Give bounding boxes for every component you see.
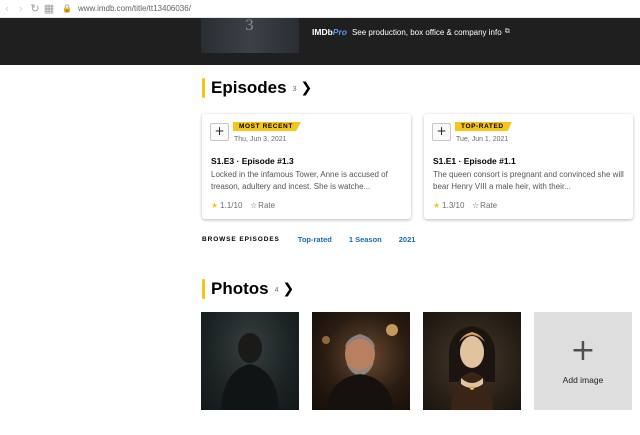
episode-title[interactable]: S1.E1 · Episode #1.1 (433, 156, 516, 166)
episode-card[interactable]: + TOP-RATED Tue, Jun 1, 2021 S1.E1 · Epi… (424, 114, 633, 219)
imdbpro-link[interactable]: IMDbPro See production, box office & com… (312, 27, 510, 37)
rate-button[interactable]: ☆ Rate (472, 201, 497, 210)
rate-button[interactable]: ☆ Rate (250, 201, 275, 210)
browse-episodes-row: BROWSE EPISODES Top-rated 1 Season 2021 (202, 235, 432, 244)
episode-rating: ★ 1.1/10 (211, 201, 242, 210)
browse-link-top-rated[interactable]: Top-rated (298, 235, 332, 244)
external-link-icon: ⧉ (504, 28, 510, 35)
episode-date: Tue, Jun 1, 2021 (456, 136, 509, 143)
lock-icon: 🔒 (62, 4, 72, 13)
episodes-heading[interactable]: Episodes 3 ❯ (202, 78, 312, 98)
rate-label: Rate (258, 201, 276, 210)
star-outline-icon: ☆ (250, 201, 258, 210)
imdbpro-text: See production, box office & company inf… (351, 27, 502, 37)
rating-value: 1.1 (220, 201, 232, 210)
episode-card[interactable]: + MOST RECENT Thu, Jun 3, 2021 S1.E3 · E… (202, 114, 411, 219)
rating-max: /10 (231, 201, 243, 210)
photo-figure (322, 324, 398, 410)
photos-heading[interactable]: Photos 4 ❯ (202, 279, 294, 299)
browse-link-year[interactable]: 2021 (399, 235, 416, 244)
episode-rating: ★ 1.3/10 (433, 201, 464, 210)
episode-title[interactable]: S1.E3 · Episode #1.3 (211, 156, 294, 166)
plus-icon: + (570, 333, 596, 368)
photo-thumbnail[interactable] (201, 312, 299, 410)
episode-description: Locked in the infamous Tower, Anne is ac… (211, 170, 388, 191)
top-rated-badge: TOP-RATED (455, 122, 512, 131)
photo-figure (448, 326, 496, 410)
rating-value: 1.3 (442, 201, 454, 210)
imdbpro-logo: IMDbPro (312, 27, 347, 37)
browser-toolbar: ‹ › ↻ ▦ 🔒 www.imdb.com/title/tt13406036/ (0, 0, 640, 18)
poster-glyph: 3 (245, 18, 254, 34)
forward-arrow-icon[interactable]: › (14, 2, 28, 16)
add-image-tile[interactable]: + Add image (534, 312, 632, 410)
episodes-count: 3 (292, 85, 297, 93)
apps-grid-icon[interactable]: ▦ (42, 2, 56, 16)
photo-figure (201, 312, 299, 410)
star-icon: ★ (433, 201, 441, 210)
episodes-title: Episodes (211, 78, 287, 97)
chevron-right-icon: ❯ (300, 80, 313, 96)
chevron-right-icon: ❯ (282, 281, 295, 297)
star-icon: ★ (211, 201, 219, 210)
poster-image[interactable]: 3 (201, 18, 299, 53)
add-image-label: Add image (562, 375, 604, 385)
hero-strip: 3 IMDbPro See production, box office & c… (0, 18, 640, 65)
episode-date: Thu, Jun 3, 2021 (234, 136, 287, 143)
section-accent-bar (202, 279, 205, 299)
section-accent-bar (202, 78, 205, 98)
address-bar[interactable]: 🔒 www.imdb.com/title/tt13406036/ (62, 4, 191, 13)
photos-count: 4 (274, 286, 279, 294)
rating-max: /10 (453, 201, 465, 210)
browse-episodes-label: BROWSE EPISODES (202, 236, 280, 243)
browse-link-season[interactable]: 1 Season (349, 235, 382, 244)
add-to-watchlist-icon[interactable]: + (210, 123, 229, 141)
star-outline-icon: ☆ (472, 201, 480, 210)
url-text: www.imdb.com/title/tt13406036/ (77, 4, 191, 13)
back-arrow-icon[interactable]: ‹ (0, 2, 14, 16)
add-to-watchlist-icon[interactable]: + (432, 123, 451, 141)
reload-icon[interactable]: ↻ (28, 2, 42, 16)
rate-label: Rate (480, 201, 498, 210)
photo-thumbnail[interactable] (312, 312, 410, 410)
most-recent-badge: MOST RECENT (233, 122, 301, 131)
photos-title: Photos (211, 279, 269, 298)
episode-description: The queen consort is pregnant and convin… (433, 170, 624, 191)
photo-thumbnail[interactable] (423, 312, 521, 410)
